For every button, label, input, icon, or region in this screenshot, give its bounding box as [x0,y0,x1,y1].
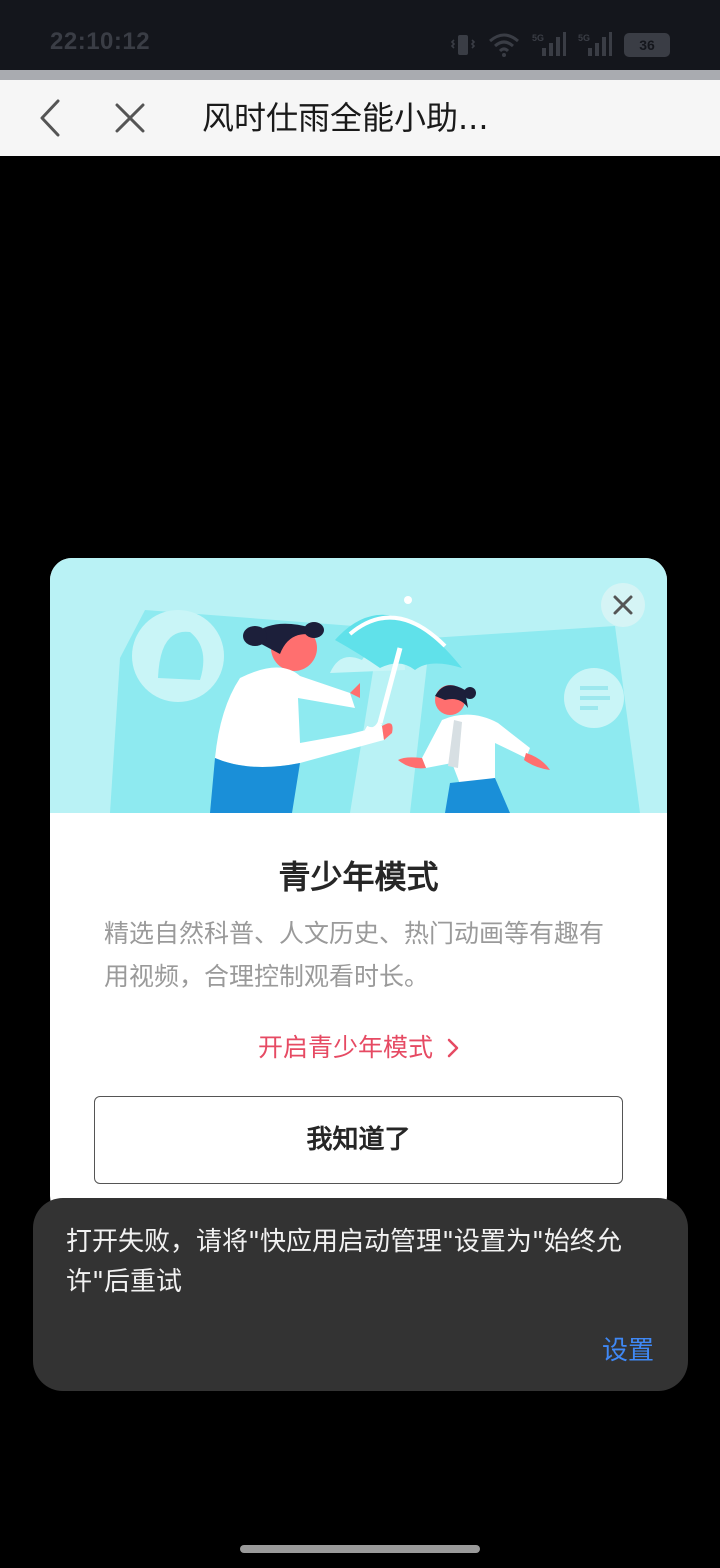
close-icon [613,595,633,615]
signal-5g-icon: 5G [578,32,612,58]
signal-5g-icon: 5G [532,32,566,58]
status-icons: 5G 5G 36 [450,30,670,60]
network-label-1: 5G [532,33,544,43]
got-it-button[interactable]: 我知道了 [94,1096,623,1184]
teen-mode-dialog: 青少年模式 精选自然科普、人文历史、热门动画等有趣有用视频，合理控制观看时长。 … [50,558,667,1218]
battery-icon: 36 [624,33,670,57]
wifi-icon [488,33,520,57]
network-label-2: 5G [578,33,590,43]
chevron-right-icon [447,1033,459,1062]
dialog-description: 精选自然科普、人文历史、热门动画等有趣有用视频，合理控制观看时长。 [104,919,605,991]
dialog-title: 青少年模式 [278,858,439,896]
status-bar: 22:10:12 5G 5G 36 [0,0,720,70]
chevron-left-icon [40,99,60,137]
snackbar-settings-button[interactable]: 设置 [602,1330,654,1367]
page-load-strip [0,70,720,80]
snackbar-message: 打开失败，请将"快应用启动管理"设置为"始终允许"后重试 [66,1227,622,1297]
home-indicator[interactable] [240,1545,480,1553]
close-button[interactable] [102,90,158,146]
person-holding-umbrella-over-child-illustration [50,558,667,813]
page-title: 风时仕雨全能小助... [202,99,489,137]
status-time: 22:10:12 [50,28,151,55]
dialog-close-button[interactable] [601,583,645,627]
nav-bar: 风时仕雨全能小助... [0,80,720,156]
error-snackbar: 打开失败，请将"快应用启动管理"设置为"始终允许"后重试 设置 [33,1198,688,1391]
back-button[interactable] [22,90,78,146]
enable-teen-mode-label: 开启青少年模式 [257,1033,433,1062]
vibrate-icon [450,33,476,57]
close-icon [115,103,145,133]
enable-teen-mode-link[interactable]: 开启青少年模式 [50,1028,667,1064]
